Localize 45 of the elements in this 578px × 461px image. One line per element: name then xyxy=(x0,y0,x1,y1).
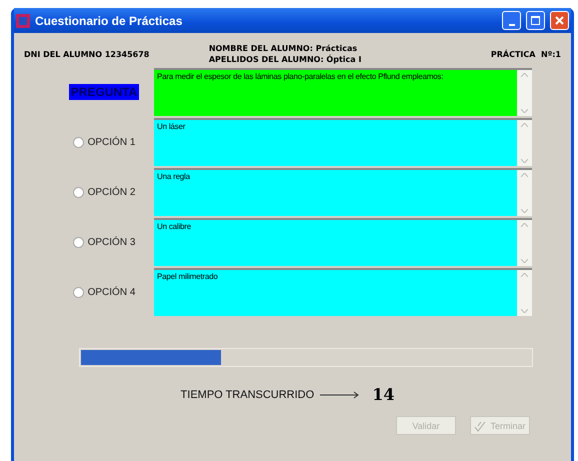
answer-text: Papel milimetrado xyxy=(156,271,219,283)
answer-box[interactable]: Un calibre xyxy=(154,218,532,266)
scrollbar[interactable] xyxy=(517,70,532,116)
app-icon xyxy=(16,14,30,28)
answer-box[interactable]: Papel milimetrado xyxy=(154,268,532,316)
scroll-down-icon[interactable] xyxy=(521,309,528,313)
minimize-button[interactable] xyxy=(502,11,521,30)
answer-text: Un calibre xyxy=(156,221,192,233)
scroll-down-icon[interactable] xyxy=(521,109,528,113)
scroll-up-icon[interactable] xyxy=(521,73,528,77)
option-radio[interactable]: OPCIÓN 2 xyxy=(72,186,136,198)
option-radio[interactable]: OPCIÓN 1 xyxy=(72,136,136,148)
question-box[interactable]: Para medir el espesor de las láminas plano-paralelas en el efecto Pflund empleamos: xyxy=(154,68,532,116)
student-name: NOMBRE DEL ALUMNO: Prácticas xyxy=(208,44,358,53)
practice-number: PRÁCTICA Nº:1 xyxy=(490,50,561,58)
maximize-button[interactable] xyxy=(526,11,545,30)
option-radio[interactable]: OPCIÓN 3 xyxy=(72,236,136,248)
student-surname: APELLIDOS DEL ALUMNO: Óptica I xyxy=(208,55,362,64)
answer-box[interactable]: Un láser xyxy=(154,118,532,166)
answer-text: Un láser xyxy=(156,121,186,133)
close-button[interactable] xyxy=(550,11,569,30)
arrow-icon xyxy=(320,390,360,398)
scroll-up-icon[interactable] xyxy=(521,223,528,227)
option-radio[interactable]: OPCIÓN 4 xyxy=(72,286,136,298)
scrollbar[interactable] xyxy=(517,170,532,216)
student-id: DNI DEL ALUMNO 12345678 xyxy=(24,50,150,58)
elapsed-time-value: 14 xyxy=(372,385,394,404)
close-icon xyxy=(555,16,564,25)
scrollbar[interactable] xyxy=(517,270,532,316)
question-text: Para medir el espesor de las láminas plano-paralelas en el efecto Pflund empleamos: xyxy=(156,71,444,83)
scroll-down-icon[interactable] xyxy=(521,259,528,263)
elapsed-time-label: TIEMPO TRANSCURRIDO xyxy=(180,388,314,400)
question-label: PREGUNTA xyxy=(68,84,140,100)
answer-box[interactable]: Una regla xyxy=(154,168,532,216)
minimize-icon xyxy=(508,24,514,26)
scrollbar[interactable] xyxy=(517,220,532,266)
scroll-up-icon[interactable] xyxy=(521,273,528,277)
scroll-up-icon[interactable] xyxy=(521,173,528,177)
scroll-up-icon[interactable] xyxy=(521,123,528,127)
window-title: Cuestionario de Prácticas xyxy=(35,14,184,28)
scroll-down-icon[interactable] xyxy=(521,209,528,213)
scrollbar[interactable] xyxy=(517,120,532,166)
maximize-icon xyxy=(531,16,540,25)
answer-text: Una regla xyxy=(156,171,191,183)
scroll-down-icon[interactable] xyxy=(521,159,528,163)
